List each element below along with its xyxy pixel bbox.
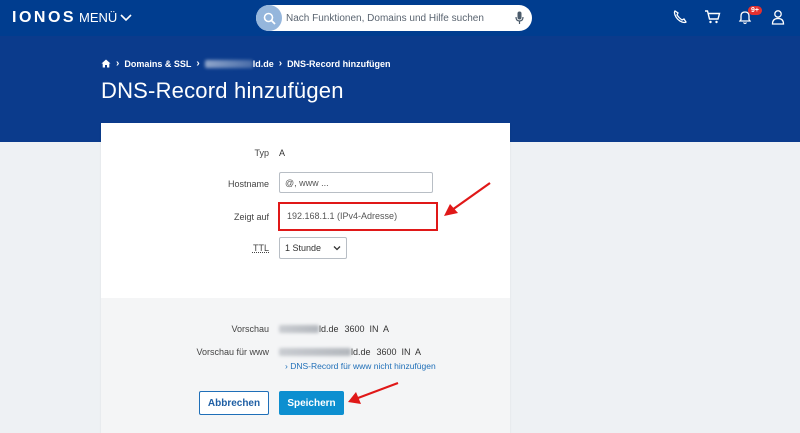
annotation-arrow-icon	[348, 381, 399, 404]
annotation-arrows	[348, 182, 491, 404]
annotation-arrow-icon	[444, 182, 491, 216]
